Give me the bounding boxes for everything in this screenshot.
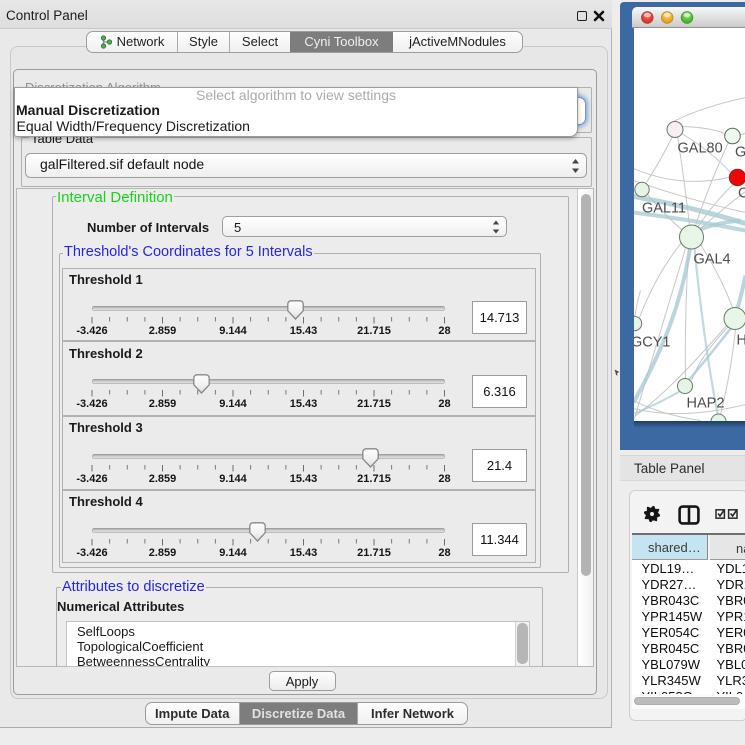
svg-text:GAL80: GAL80 [677,140,722,156]
svg-text:GCY1: GCY1 [634,334,671,350]
svg-text:HAP2: HAP2 [686,395,724,411]
svg-text:GAL4: GAL4 [693,251,730,267]
svg-text:G.: G. [735,144,745,160]
svg-text:C: C [738,185,745,201]
svg-text:GAL11: GAL11 [642,200,686,216]
svg-text:H: H [736,332,745,348]
